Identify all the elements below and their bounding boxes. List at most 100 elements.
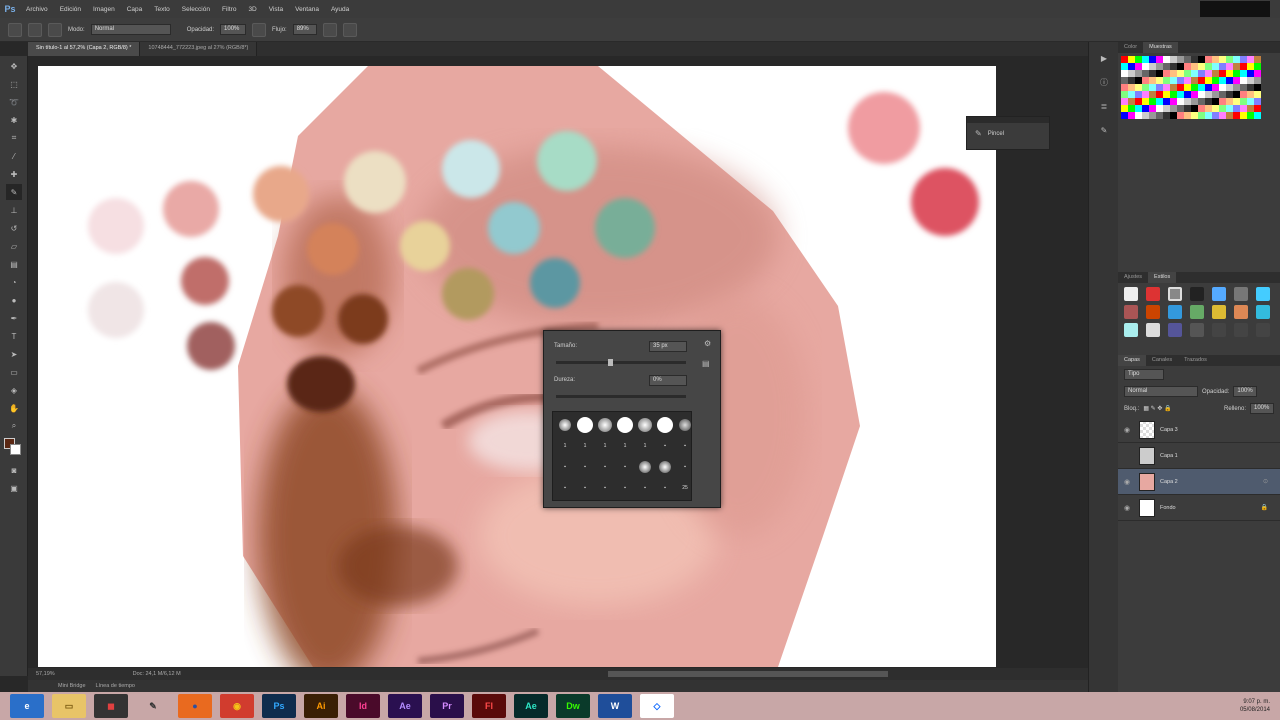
swatch-chip[interactable] bbox=[1128, 63, 1135, 70]
swatch-chip[interactable] bbox=[1233, 91, 1240, 98]
brush-panel-icon[interactable]: ✎ bbox=[1096, 122, 1112, 138]
swatch-chip[interactable] bbox=[1212, 77, 1219, 84]
layer-filter-select[interactable]: Tipo bbox=[1124, 369, 1164, 380]
swatch-chip[interactable] bbox=[1163, 63, 1170, 70]
swatch-chip[interactable] bbox=[1219, 112, 1226, 119]
swatch-chip[interactable] bbox=[1177, 70, 1184, 77]
swatch-chip[interactable] bbox=[1156, 91, 1163, 98]
swatch-chip[interactable] bbox=[1128, 56, 1135, 63]
swatch-chip[interactable] bbox=[1240, 77, 1247, 84]
brush-preset[interactable]: 1 bbox=[595, 435, 615, 456]
swatch-chip[interactable] bbox=[1198, 112, 1205, 119]
lock-icons[interactable]: ▦ ✎ ✥ 🔒 bbox=[1143, 405, 1171, 412]
swatch-chip[interactable] bbox=[1198, 98, 1205, 105]
swatch-chip[interactable] bbox=[1254, 70, 1261, 77]
brush-preset[interactable] bbox=[635, 456, 655, 477]
swatch-chip[interactable] bbox=[1247, 70, 1254, 77]
swatch-chip[interactable] bbox=[1163, 56, 1170, 63]
swatch-chip[interactable] bbox=[1191, 112, 1198, 119]
swatch-chip[interactable] bbox=[1156, 56, 1163, 63]
flash-icon[interactable]: Fl bbox=[472, 694, 506, 718]
swatch-chip[interactable] bbox=[1121, 91, 1128, 98]
swatch-chip[interactable] bbox=[1184, 84, 1191, 91]
menu-filtro[interactable]: Filtro bbox=[222, 6, 236, 13]
tab-channels[interactable]: Canales bbox=[1146, 355, 1178, 366]
pen-tool-icon[interactable]: ✎ bbox=[136, 694, 170, 718]
swatch-chip[interactable] bbox=[1184, 56, 1191, 63]
brush-preset[interactable]: ▪ bbox=[555, 456, 575, 477]
swatch-chip[interactable] bbox=[1142, 84, 1149, 91]
brush-preset[interactable]: 1 bbox=[615, 435, 635, 456]
swatch-chip[interactable] bbox=[1233, 77, 1240, 84]
swatch-chip[interactable] bbox=[1212, 70, 1219, 77]
color-swatches-icon[interactable] bbox=[4, 438, 24, 458]
tab-adjustments[interactable]: Ajustes bbox=[1118, 272, 1148, 283]
swatch-chip[interactable] bbox=[1163, 70, 1170, 77]
layer-name[interactable]: Capa 1 bbox=[1160, 453, 1280, 459]
swatch-chip[interactable] bbox=[1121, 105, 1128, 112]
swatch-chip[interactable] bbox=[1163, 105, 1170, 112]
swatch-chip[interactable] bbox=[1191, 70, 1198, 77]
swatch-chip[interactable] bbox=[1191, 98, 1198, 105]
pen-tool-icon[interactable]: ✒ bbox=[6, 310, 22, 326]
screen-mode-icon[interactable]: ▣ bbox=[6, 480, 22, 496]
swatch-chip[interactable] bbox=[1254, 105, 1261, 112]
illustrator-icon[interactable]: Ai bbox=[304, 694, 338, 718]
swatch-chip[interactable] bbox=[1219, 63, 1226, 70]
menu-ventana[interactable]: Ventana bbox=[295, 6, 319, 13]
swatch-chip[interactable] bbox=[1163, 112, 1170, 119]
swatch-chip[interactable] bbox=[1240, 70, 1247, 77]
menu-imagen[interactable]: Imagen bbox=[93, 6, 115, 13]
brush-preset[interactable] bbox=[635, 414, 655, 435]
swatch-chip[interactable] bbox=[1233, 112, 1240, 119]
clone-stamp-tool-icon[interactable]: ⊥ bbox=[6, 202, 22, 218]
swatch-chip[interactable] bbox=[1184, 70, 1191, 77]
swatch-chip[interactable] bbox=[1240, 105, 1247, 112]
swatch-chip[interactable] bbox=[1184, 112, 1191, 119]
tab-color[interactable]: Color bbox=[1118, 42, 1143, 53]
swatch-chip[interactable] bbox=[1135, 77, 1142, 84]
swatch-chip[interactable] bbox=[1149, 84, 1156, 91]
swatch-chip[interactable] bbox=[1198, 77, 1205, 84]
swatch-chip[interactable] bbox=[1149, 70, 1156, 77]
menu-ayuda[interactable]: Ayuda bbox=[331, 6, 349, 13]
swatch-chip[interactable] bbox=[1226, 112, 1233, 119]
flow-field[interactable]: 89% bbox=[292, 24, 317, 35]
lasso-tool-icon[interactable]: ➰ bbox=[6, 94, 22, 110]
media-encoder-icon[interactable]: Ae bbox=[514, 694, 548, 718]
swatch-chip[interactable] bbox=[1240, 112, 1247, 119]
dropbox-icon[interactable]: ◇ bbox=[640, 694, 674, 718]
swatch-chip[interactable] bbox=[1205, 70, 1212, 77]
brush-preset[interactable]: ▪ bbox=[675, 435, 695, 456]
menu-capa[interactable]: Capa bbox=[127, 6, 143, 13]
swatch-chip[interactable] bbox=[1233, 56, 1240, 63]
swatch-chip[interactable] bbox=[1177, 98, 1184, 105]
swatch-chip[interactable] bbox=[1254, 77, 1261, 84]
brush-preset[interactable]: 1 bbox=[635, 435, 655, 456]
swatch-chip[interactable] bbox=[1240, 56, 1247, 63]
swatch-chip[interactable] bbox=[1121, 70, 1128, 77]
swatch-chip[interactable] bbox=[1247, 98, 1254, 105]
swatch-chip[interactable] bbox=[1142, 98, 1149, 105]
swatch-chip[interactable] bbox=[1121, 84, 1128, 91]
swatch-chip[interactable] bbox=[1163, 77, 1170, 84]
brush-size-icon[interactable] bbox=[28, 22, 42, 37]
swatch-chip[interactable] bbox=[1226, 70, 1233, 77]
swatch-chip[interactable] bbox=[1163, 84, 1170, 91]
swatch-chip[interactable] bbox=[1205, 77, 1212, 84]
new-preset-icon[interactable]: ▤ bbox=[702, 359, 710, 368]
menu-edicion[interactable]: Edición bbox=[60, 6, 81, 13]
swatch-chip[interactable] bbox=[1247, 63, 1254, 70]
swatch-chip[interactable] bbox=[1170, 91, 1177, 98]
swatch-chip[interactable] bbox=[1142, 63, 1149, 70]
brush-preset[interactable] bbox=[675, 414, 695, 435]
brush-tool-icon[interactable]: ✎ bbox=[6, 184, 22, 200]
swatch-chip[interactable] bbox=[1149, 91, 1156, 98]
chrome-icon[interactable]: ◉ bbox=[220, 694, 254, 718]
swatch-chip[interactable] bbox=[1191, 63, 1198, 70]
swatch-chip[interactable] bbox=[1219, 105, 1226, 112]
file-explorer-icon[interactable]: ▭ bbox=[52, 694, 86, 718]
swatch-chip[interactable] bbox=[1149, 98, 1156, 105]
crop-tool-icon[interactable]: ⌗ bbox=[6, 130, 22, 146]
menu-vista[interactable]: Vista bbox=[269, 6, 283, 13]
